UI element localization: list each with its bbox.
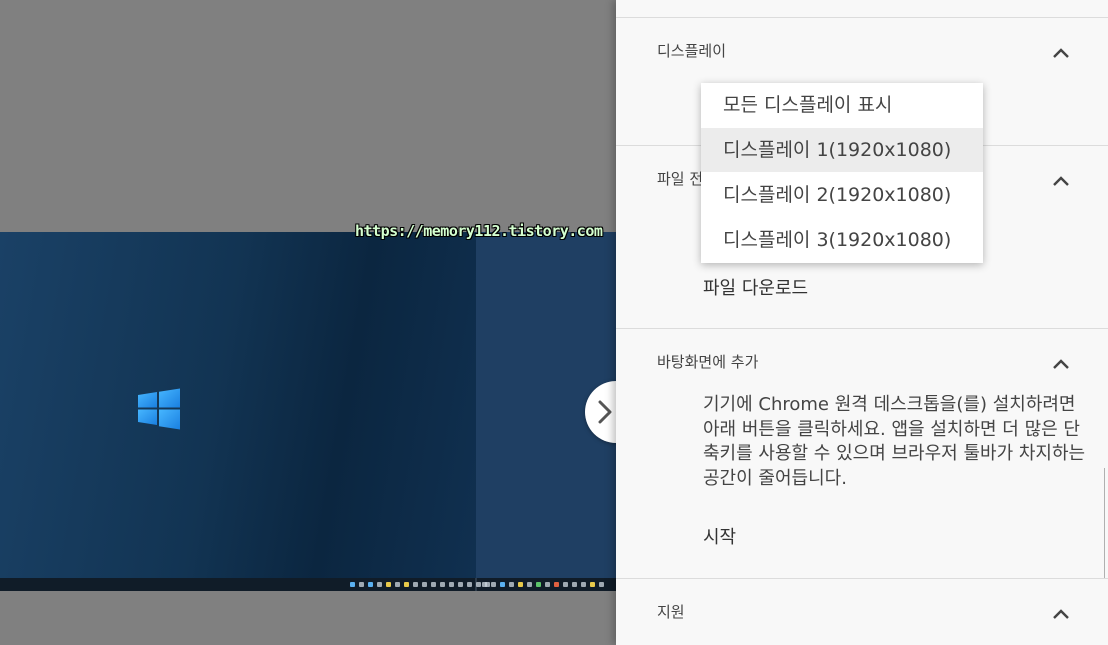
display-option-3[interactable]: 디스플레이 3(1920x1080) bbox=[701, 218, 983, 262]
support-section-title: 지원 bbox=[657, 603, 685, 621]
section-divider bbox=[616, 328, 1108, 329]
chevron-up-icon[interactable] bbox=[1052, 47, 1070, 59]
section-divider bbox=[616, 578, 1108, 579]
panel-scrollbar[interactable] bbox=[1104, 468, 1105, 578]
chevron-up-icon[interactable] bbox=[1052, 358, 1070, 370]
start-install-link[interactable]: 시작 bbox=[703, 523, 736, 549]
add-to-desktop-section-title: 바탕화면에 추가 bbox=[657, 353, 759, 371]
taskbar-app-icons[interactable] bbox=[482, 581, 604, 588]
file-download-link[interactable]: 파일 다운로드 bbox=[703, 274, 808, 300]
install-description: 기기에 Chrome 원격 데스크톱을(를) 설치하려면 아래 버튼을 클릭하세… bbox=[703, 394, 1086, 489]
chevron-up-icon[interactable] bbox=[1052, 175, 1070, 187]
display-option-1[interactable]: 디스플레이 1(1920x1080) bbox=[701, 128, 983, 172]
display-section-title: 디스플레이 bbox=[657, 42, 727, 60]
chevron-up-icon[interactable] bbox=[1052, 608, 1070, 620]
option-label: 디스플레이 1(1920x1080) bbox=[723, 139, 952, 161]
option-label: 디스플레이 2(1920x1080) bbox=[723, 184, 952, 206]
display-option-2[interactable]: 디스플레이 2(1920x1080) bbox=[701, 173, 983, 217]
windows-logo-icon bbox=[138, 388, 180, 430]
display-option-all[interactable]: 모든 디스플레이 표시 bbox=[701, 83, 983, 127]
remote-desktop-view[interactable]: https://memory112.tistory.com bbox=[0, 0, 616, 645]
system-tray-icons[interactable] bbox=[350, 581, 490, 588]
section-divider bbox=[616, 17, 1108, 18]
chevron-right-icon bbox=[598, 400, 612, 424]
watermark-text: https://memory112.tistory.com bbox=[355, 222, 603, 240]
option-label: 모든 디스플레이 표시 bbox=[723, 94, 893, 116]
remote-display-1[interactable] bbox=[0, 232, 476, 578]
display-select-menu[interactable]: 모든 디스플레이 표시 디스플레이 1(1920x1080) 디스플레이 2(1… bbox=[701, 83, 983, 263]
file-transfer-section-title: 파일 전 bbox=[657, 170, 704, 188]
option-label: 디스플레이 3(1920x1080) bbox=[723, 229, 952, 251]
